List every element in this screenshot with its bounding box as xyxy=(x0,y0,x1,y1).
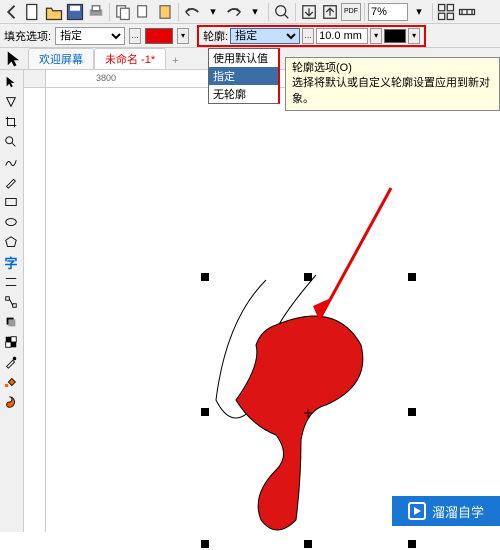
selection-handle[interactable] xyxy=(408,540,416,548)
dropdown-item-none[interactable]: 无轮廓 xyxy=(209,85,278,103)
drawing-canvas[interactable] xyxy=(46,88,500,532)
pdf-export-icon[interactable]: PDF xyxy=(341,3,361,21)
tab-welcome[interactable]: 欢迎屏幕 xyxy=(28,48,94,69)
dropdown-item-specify[interactable]: 指定 xyxy=(209,67,278,85)
selection-handle[interactable] xyxy=(201,273,209,281)
main-toolbar: ▾ ▾ PDF ▾ xyxy=(0,0,500,24)
selection-handle[interactable] xyxy=(201,408,209,416)
tooltip-desc: 选择将默认或自定义轮廓设置应用到新对象。 xyxy=(292,76,493,107)
selection-handle[interactable] xyxy=(304,540,312,548)
outline-more-icon[interactable]: … xyxy=(302,28,314,44)
parallel-dim-icon[interactable] xyxy=(0,272,22,292)
rectangle-tool-icon[interactable] xyxy=(0,192,22,212)
selection-handle[interactable] xyxy=(201,540,209,548)
pick-tool-small-icon[interactable] xyxy=(4,49,24,69)
outline-dropdown-menu: 使用默认值 指定 无轮廓 xyxy=(208,48,280,104)
outline-tooltip: 轮廓选项(O) 选择将默认或自定义轮廓设置应用到新对象。 xyxy=(285,57,500,111)
zoom-tool-icon[interactable] xyxy=(0,132,22,152)
fill-more-icon[interactable]: … xyxy=(129,28,141,44)
selection-handle[interactable] xyxy=(304,273,312,281)
paste-icon[interactable] xyxy=(155,2,175,22)
outline-options-highlight: 轮廓: 指定 … ▾ ▾ xyxy=(197,25,426,47)
transparency-icon[interactable] xyxy=(0,332,22,352)
drop-shadow-icon[interactable] xyxy=(0,312,22,332)
copy-icon[interactable] xyxy=(113,2,133,22)
connector-tool-icon[interactable] xyxy=(0,292,22,312)
snap-icon[interactable] xyxy=(457,2,477,22)
toolbox: 字 xyxy=(0,70,24,532)
new-doc-icon[interactable] xyxy=(23,2,43,22)
play-icon xyxy=(408,502,426,520)
fill-color-swatch[interactable] xyxy=(145,28,173,44)
tab-document[interactable]: 未命名 -1* xyxy=(94,48,166,69)
outline-width-input[interactable] xyxy=(316,28,368,44)
fill-label: 填充选项: xyxy=(4,28,51,44)
undo-dropdown-icon[interactable]: ▾ xyxy=(203,2,223,22)
redo-icon[interactable] xyxy=(224,2,244,22)
tab-add-icon[interactable]: + xyxy=(166,53,184,69)
print-icon[interactable] xyxy=(86,2,106,22)
outline-select[interactable]: 指定 xyxy=(230,28,300,44)
workspace: 字 3800 3900 4000 xyxy=(0,70,500,532)
ruler-corner xyxy=(24,70,46,88)
watermark-badge: 溜溜自学 xyxy=(392,496,500,526)
shape-tool-icon[interactable] xyxy=(0,92,22,112)
back-icon[interactable] xyxy=(2,2,22,22)
cut-icon[interactable] xyxy=(134,2,154,22)
undo-icon[interactable] xyxy=(182,2,202,22)
export-icon[interactable] xyxy=(320,2,340,22)
dropdown-item-default[interactable]: 使用默认值 xyxy=(209,49,278,67)
freehand-tool-icon[interactable] xyxy=(0,152,22,172)
import-icon[interactable] xyxy=(299,2,319,22)
selection-handle[interactable] xyxy=(408,273,416,281)
zoom-level-input[interactable] xyxy=(368,3,408,21)
ruler-vertical xyxy=(24,88,46,532)
zoom-dropdown-icon[interactable]: ▾ xyxy=(409,2,429,22)
crop-tool-icon[interactable] xyxy=(0,112,22,132)
outline-label: 轮廓: xyxy=(203,28,228,44)
fill-outline-toolbar: 填充选项: 指定 … ▾ 轮廓: 指定 … ▾ ▾ xyxy=(0,24,500,48)
outline-color-dropdown-icon[interactable]: ▾ xyxy=(408,28,420,44)
save-icon[interactable] xyxy=(65,2,85,22)
eyedropper-icon[interactable] xyxy=(0,352,22,372)
text-tool-icon[interactable]: 字 xyxy=(0,252,22,272)
tooltip-title: 轮廓选项(O) xyxy=(292,61,493,76)
ellipse-tool-icon[interactable] xyxy=(0,212,22,232)
outline-color-swatch[interactable] xyxy=(384,29,406,43)
canvas-area: 3800 3900 4000 xyxy=(24,70,500,532)
selection-center-icon[interactable] xyxy=(304,408,312,416)
fill-color-dropdown-icon[interactable]: ▾ xyxy=(177,28,189,44)
artistic-media-icon[interactable] xyxy=(0,172,22,192)
redo-dropdown-icon[interactable]: ▾ xyxy=(245,2,265,22)
selection-handle[interactable] xyxy=(408,408,416,416)
fill-select[interactable]: 指定 xyxy=(55,27,125,45)
open-icon[interactable] xyxy=(44,2,64,22)
search-icon[interactable] xyxy=(272,2,292,22)
smart-fill-icon[interactable] xyxy=(0,392,22,412)
pick-tool-icon[interactable] xyxy=(0,72,22,92)
watermark-text: 溜溜自学 xyxy=(432,502,484,521)
outline-width-dropdown-icon[interactable]: ▾ xyxy=(370,28,382,44)
fill-tool-icon[interactable] xyxy=(0,372,22,392)
grid-icon[interactable] xyxy=(436,2,456,22)
polygon-tool-icon[interactable] xyxy=(0,232,22,252)
